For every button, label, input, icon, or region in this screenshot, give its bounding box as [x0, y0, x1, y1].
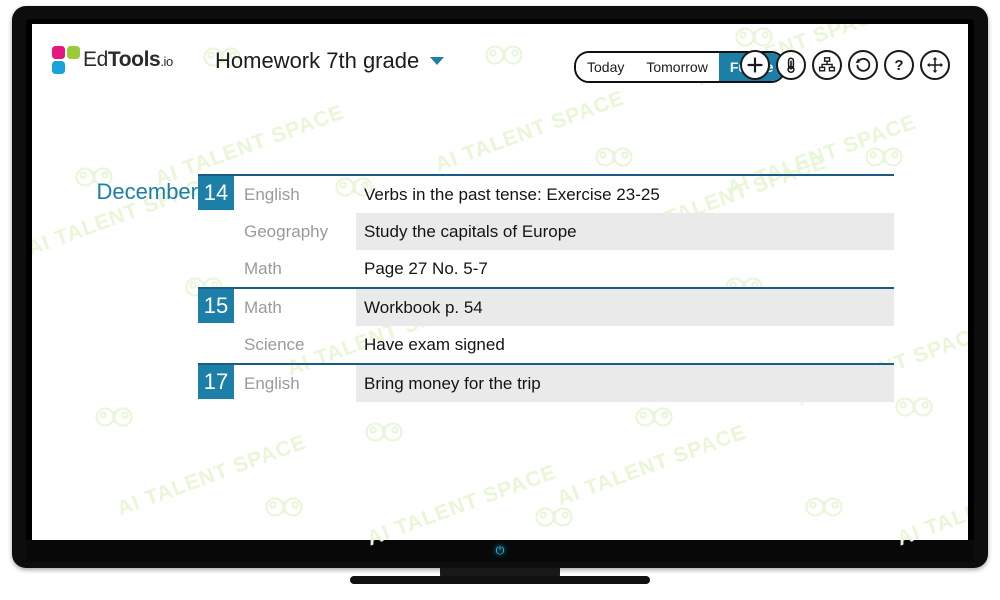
view-switch-option-tomorrow[interactable]: Tomorrow [635, 53, 719, 81]
monitor-bottom-bezel: ⏻ [26, 540, 974, 562]
homework-row[interactable]: English Bring money for the trip [198, 365, 894, 402]
logo-square-green [67, 46, 80, 59]
homework-rows: Math Workbook p. 54 Science Have exam signe… [198, 289, 894, 363]
plus-icon[interactable] [740, 50, 770, 80]
subject-label: Geography [244, 221, 329, 241]
watermark-text: AI TALENT SPACE [113, 430, 310, 521]
watermark-brain-icon [92, 404, 136, 438]
date-group: 15 Math Workbook p. 54 Science Have exam sig… [198, 287, 894, 363]
watermark-brain-icon [262, 494, 306, 528]
homework-board: 14 December English Verbs in the past tense… [32, 174, 968, 402]
monitor-stand-base [350, 576, 650, 584]
thermometer-icon[interactable] [776, 50, 806, 80]
homework-row[interactable]: Math Workbook p. 54 [198, 289, 894, 326]
homework-row[interactable]: Geography Study the capitals of Europe [198, 213, 894, 250]
subject-label: Science [244, 334, 305, 354]
document-title-dropdown[interactable]: Homework 7th grade [215, 48, 445, 74]
logo-text-prefix: Ed [83, 48, 108, 71]
watermark-text: AI TALENT SPACE [893, 461, 968, 546]
watermark-brain-icon [592, 144, 636, 178]
logo-square-pink [52, 46, 65, 59]
task-text[interactable]: Study the capitals of Europe [356, 213, 894, 250]
subject-label: English [244, 373, 300, 393]
logo-text-suffix: .io [160, 54, 173, 69]
logo-text-bold: Tools [107, 48, 161, 71]
power-button-icon[interactable]: ⏻ [494, 545, 507, 558]
watermark-brain-icon [362, 419, 406, 453]
task-text[interactable]: Have exam signed [356, 326, 894, 363]
subject-label: English [244, 184, 300, 204]
screen-viewport: AI TALENT SPACEAI TALENT SPACEAI TALENT … [32, 24, 968, 546]
svg-text:?: ? [894, 57, 903, 74]
logo-squares-icon [52, 46, 80, 74]
subject-label: Math [244, 297, 282, 317]
monitor-shell: AI TALENT SPACEAI TALENT SPACEAI TALENT … [12, 6, 988, 568]
watermark-text: AI TALENT SPACE [553, 420, 750, 511]
month-label: December [96, 179, 198, 204]
task-text[interactable]: Workbook p. 54 [356, 289, 894, 326]
watermark-text: AI TALENT SPACE [363, 460, 560, 546]
undo-icon[interactable] [848, 50, 878, 80]
chevron-down-icon [430, 57, 445, 65]
view-switch-option-today[interactable]: Today [576, 53, 636, 81]
date-group: 17 English Bring money for the trip [198, 363, 894, 402]
watermark-brain-icon [862, 144, 906, 178]
date-group: 14 December English Verbs in the past tense… [97, 174, 894, 287]
app-logo: EdTools.io [52, 46, 173, 74]
subject-label: Math [244, 258, 282, 278]
homework-rows: English Verbs in the past tense: Exercise… [198, 176, 894, 287]
logo-square-blue [52, 61, 65, 74]
homework-row[interactable]: English Verbs in the past tense: Exercise… [198, 176, 894, 213]
homework-row[interactable]: Math Page 27 No. 5-7 [198, 250, 894, 287]
question-mark-icon[interactable]: ? [884, 50, 914, 80]
move-arrows-icon[interactable] [920, 50, 950, 80]
task-text[interactable]: Bring money for the trip [356, 365, 894, 402]
homework-rows: English Bring money for the trip [198, 365, 894, 402]
app-header: EdTools.io Homework 7th grade Today Tomor… [32, 24, 968, 104]
logo-square-empty [67, 61, 80, 74]
homework-row[interactable]: Science Have exam signed [198, 326, 894, 363]
watermark-brain-icon [532, 504, 576, 538]
watermark-brain-icon [632, 404, 676, 438]
task-text[interactable]: Page 27 No. 5-7 [356, 250, 894, 287]
watermark-brain-icon [802, 494, 846, 528]
toolbar: ? [740, 50, 950, 80]
page-title: Homework 7th grade [215, 48, 420, 73]
logo-wordmark: EdTools.io [83, 48, 173, 72]
sitemap-icon[interactable] [812, 50, 842, 80]
task-text[interactable]: Verbs in the past tense: Exercise 23-25 [356, 176, 894, 213]
